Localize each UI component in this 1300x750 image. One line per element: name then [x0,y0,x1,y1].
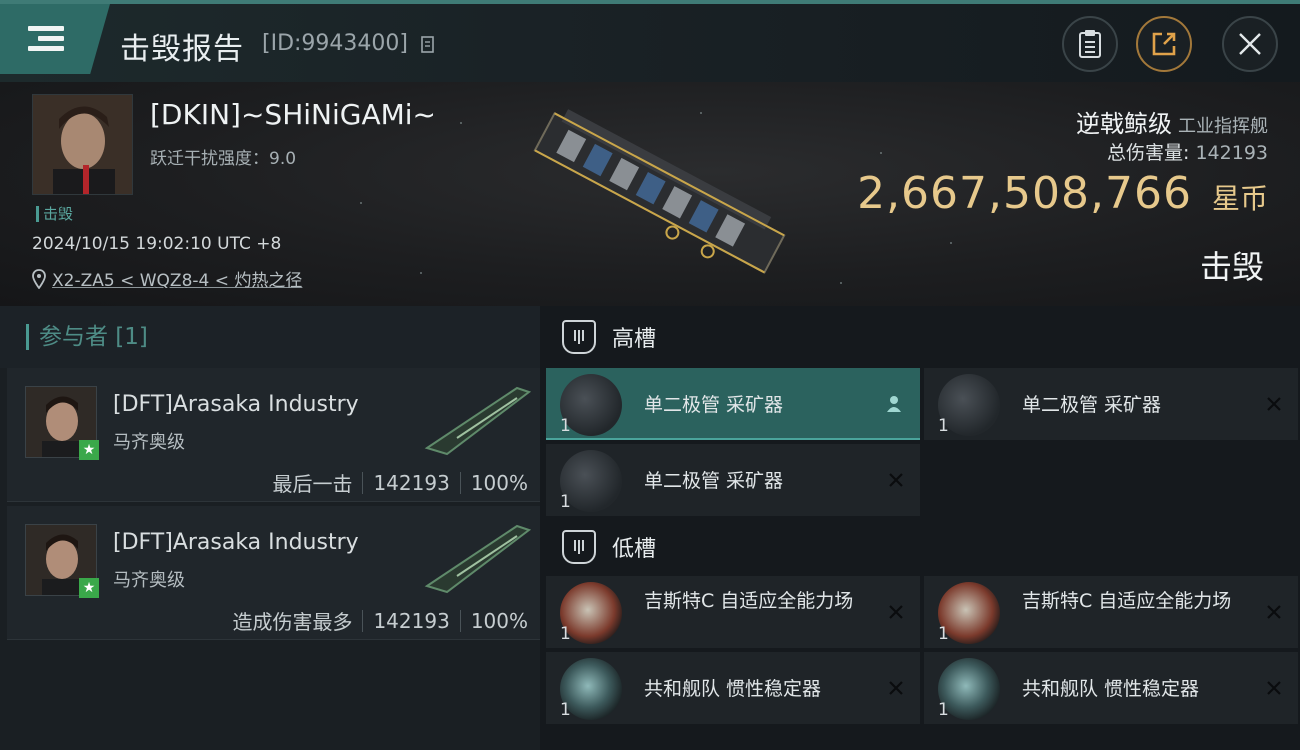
module-item[interactable]: 1 单二极管 采矿器 [546,368,920,440]
clipboard-icon [1079,30,1101,58]
kill-banner: 击毁 [DKIN]~SHiNiGAMi~ 跃迁干扰强度：9.0 2024/10/… [0,82,1300,306]
page-title: 击毁报告 [120,32,244,67]
low-slot-label: 低槽 [612,537,657,562]
ship-name: 逆戟鲸级 [1076,110,1172,138]
module-item[interactable]: 1 吉斯特C 自适应全能力场 [924,576,1298,648]
divider [362,471,364,494]
participant-ship-image [424,524,532,594]
participant-name[interactable]: [DFT]Arasaka Industry [113,392,359,417]
destroyed-x-icon [889,473,903,487]
isk-value-line: 2,667,508,766 星币 [857,168,1268,219]
divider [459,609,461,632]
module-name: 单二极管 采矿器 [644,394,784,416]
total-damage-value: 142193 [1195,142,1268,164]
module-quantity: 1 [560,700,571,720]
participant-role: 最后一击 [272,472,353,496]
total-damage-label: 总伤害量: [1107,142,1190,164]
module-quantity: 1 [560,624,571,644]
title-bar: 击毁报告 [ID:9943400] [0,0,1300,82]
participant-stats: 最后一击 142193 100% [272,468,528,497]
isk-value: 2,667,508,766 [857,168,1192,219]
location-text[interactable]: X2-ZA5 < WQZ8-4 < 灼热之径 [52,266,302,291]
module-name: 单二极管 采矿器 [1022,394,1162,416]
participant-row[interactable]: ★ [DFT]Arasaka Industry 马齐奥级 造成伤害最多 1421… [7,506,540,640]
top-accent-line [0,0,1300,4]
high-slot-icon [562,320,596,354]
module-name: 吉斯特C 自适应全能力场 [644,590,854,612]
fitted-person-icon [887,396,901,412]
module-quantity: 1 [560,416,571,436]
kill-result: 击毁 [1199,248,1264,286]
destroyed-x-icon [1267,681,1281,695]
location-pin-icon [32,268,46,289]
ship-group: 工业指挥舰 [1178,116,1268,137]
share-icon [1152,32,1176,56]
victim-status-tag: 击毁 [36,206,73,222]
close-button[interactable] [1222,16,1278,72]
module-name: 共和舰队 惯性稳定器 [644,678,822,700]
module-item[interactable]: 1 共和舰队 惯性稳定器 [924,652,1298,724]
divider [362,609,364,632]
victim-ship-image [533,109,786,274]
kill-time: 2024/10/15 19:02:10 UTC +8 [32,234,282,254]
participants-panel: 参与者 [1] ★ [DFT]Arasaka Industry 马齐奥级 最后一… [0,306,540,750]
corp-star-icon: ★ [79,440,99,460]
module-quantity: 1 [938,416,949,436]
module-item[interactable]: 1 单二极管 采矿器 [924,368,1298,440]
module-item[interactable]: 1 单二极管 采矿器 [546,444,920,516]
high-slot-header: 高槽 [540,306,1300,368]
participant-percent: 100% [470,608,528,633]
participant-stats: 造成伤害最多 142193 100% [232,606,528,635]
participant-row[interactable]: ★ [DFT]Arasaka Industry 马齐奥级 最后一击 142193… [7,368,540,502]
module-quantity: 1 [560,492,571,512]
module-item[interactable]: 1 吉斯特C 自适应全能力场 [546,576,920,648]
copy-icon[interactable] [421,34,437,54]
low-slot-icon [562,530,596,564]
participant-ship: 马齐奥级 [113,432,185,453]
victim-avatar[interactable] [32,94,133,195]
high-slot-label: 高槽 [612,327,657,352]
destroyed-x-icon [1267,605,1281,619]
hamburger-icon [28,26,64,52]
participant-percent: 100% [470,470,528,495]
participant-name[interactable]: [DFT]Arasaka Industry [113,530,359,555]
close-icon [1239,33,1261,55]
divider [459,471,461,494]
module-quantity: 1 [938,700,949,720]
destroyed-x-icon [889,605,903,619]
fitting-panel: 高槽 1 单二极管 采矿器 1 单二极管 采矿器 1 单二极管 采矿器 低槽 1… [540,306,1300,750]
share-button[interactable] [1136,16,1192,72]
warp-scramble-strength: 跃迁干扰强度：9.0 [150,149,297,169]
participants-title: 参与者 [1] [26,324,148,350]
module-name: 共和舰队 惯性稳定器 [1022,678,1200,700]
isk-unit: 星币 [1211,182,1268,215]
participant-ship: 马齐奥级 [113,570,185,591]
participant-damage: 142193 [373,470,450,495]
corp-star-icon: ★ [79,578,99,598]
victim-name[interactable]: [DKIN]~SHiNiGAMi~ [150,98,436,131]
kill-location[interactable]: X2-ZA5 < WQZ8-4 < 灼热之径 [32,266,302,291]
module-name: 单二极管 采矿器 [644,470,784,492]
total-damage: 总伤害量: 142193 [1107,138,1268,165]
kill-id: [ID:9943400] [262,31,408,56]
destroyed-x-icon [889,681,903,695]
participants-header: 参与者 [1] [0,306,540,368]
destroyed-x-icon [1267,397,1281,411]
participant-ship-image [424,386,532,456]
participant-role: 造成伤害最多 [232,610,353,634]
module-name: 吉斯特C 自适应全能力场 [1022,590,1232,612]
victim-ship-class[interactable]: 逆戟鲸级 工业指挥舰 [1076,104,1268,139]
menu-button[interactable] [0,4,110,74]
participant-damage: 142193 [373,608,450,633]
low-slot-header: 低槽 [540,516,1300,578]
clipboard-button[interactable] [1062,16,1118,72]
module-quantity: 1 [938,624,949,644]
module-item[interactable]: 1 共和舰队 惯性稳定器 [546,652,920,724]
